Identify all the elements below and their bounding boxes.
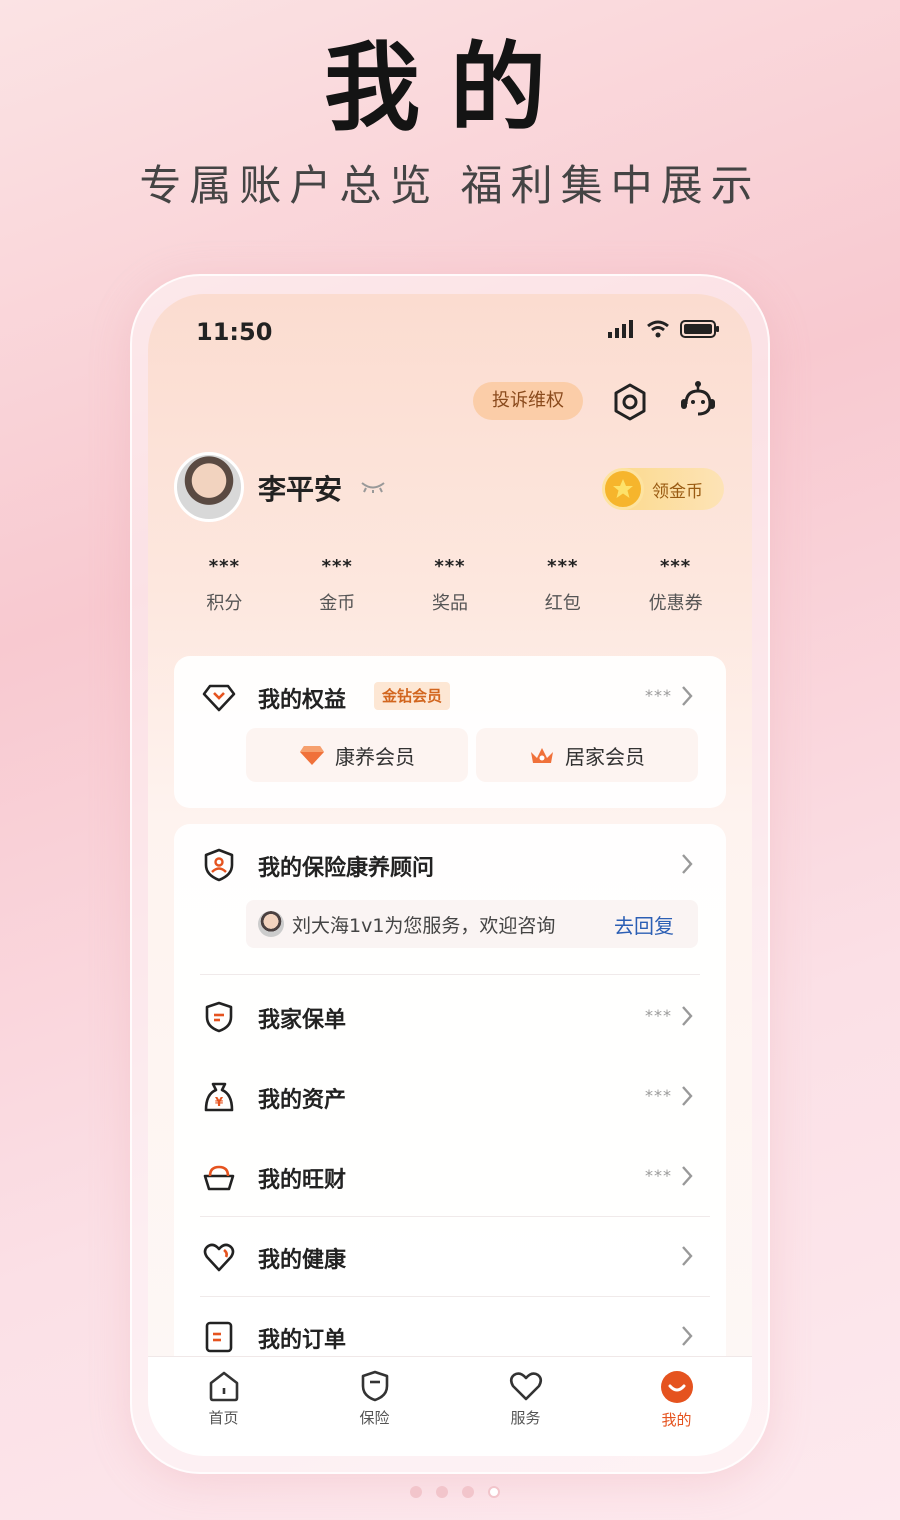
stat-value: *** bbox=[659, 556, 692, 577]
menu-stars: *** bbox=[645, 1006, 672, 1025]
stat-label: 积分 bbox=[206, 593, 243, 614]
home-member-label: 居家会员 bbox=[565, 744, 645, 769]
menu-stars: *** bbox=[645, 1086, 672, 1105]
status-icons bbox=[608, 320, 720, 338]
chevron-right-icon bbox=[682, 854, 693, 874]
rights-card: 我的权益 金钻会员 *** 康养会员 居家会员 bbox=[174, 656, 726, 808]
stats-row: *** 积分 *** 金币 *** 奖品 *** 红包 *** 优惠券 bbox=[168, 556, 732, 615]
order-icon bbox=[205, 1321, 233, 1353]
stat-value: *** bbox=[434, 556, 466, 577]
profile-smile-icon bbox=[660, 1371, 693, 1403]
customer-service-icon[interactable] bbox=[678, 380, 718, 420]
member-badge: 金钻会员 bbox=[374, 682, 451, 710]
menu-row-wealth[interactable]: 我的旺财 *** bbox=[174, 1136, 726, 1216]
menu-title: 我家保单 bbox=[258, 1008, 347, 1033]
advisor-message-text: 刘大海1v1为您服务，欢迎咨询 bbox=[292, 914, 556, 937]
svg-text:¥: ¥ bbox=[215, 1095, 224, 1109]
page-dot-active[interactable] bbox=[488, 1486, 500, 1498]
wellness-member-pill[interactable]: 康养会员 bbox=[246, 728, 468, 782]
advisor-title: 我的保险康养顾问 bbox=[258, 856, 435, 881]
get-coins-button[interactable]: 领金币 bbox=[602, 468, 724, 510]
phone-screen: 11:50 投诉维权 李平安 领金币 *** 积分 *** 金币 *** 奖品 … bbox=[148, 294, 752, 1456]
chevron-right-icon bbox=[682, 686, 693, 706]
status-time: 11:50 bbox=[196, 318, 273, 346]
rights-stars: *** bbox=[645, 686, 672, 705]
advisor-row[interactable]: 我的保险康养顾问 bbox=[174, 824, 726, 904]
page-dot[interactable] bbox=[462, 1486, 474, 1498]
diamond-icon bbox=[202, 684, 236, 712]
heart-icon bbox=[203, 1243, 235, 1272]
hero-title: 我的 bbox=[324, 32, 576, 144]
wellness-member-label: 康养会员 bbox=[335, 744, 415, 769]
signal-icon bbox=[608, 320, 633, 338]
stat-label: 奖品 bbox=[431, 593, 468, 614]
home-icon bbox=[209, 1371, 238, 1402]
money-bag-icon: ¥ bbox=[204, 1082, 234, 1112]
menu-row-assets[interactable]: ¥ 我的资产 *** bbox=[174, 1056, 726, 1136]
page-dot[interactable] bbox=[410, 1486, 422, 1498]
tab-label: 保险 bbox=[359, 1409, 390, 1427]
settings-icon[interactable] bbox=[610, 382, 650, 422]
tab-insurance[interactable]: 保险 bbox=[299, 1357, 450, 1456]
stat-label: 优惠券 bbox=[648, 593, 703, 614]
advisor-avatar bbox=[258, 911, 284, 937]
tab-label: 服务 bbox=[510, 1409, 541, 1427]
stat-value: *** bbox=[547, 556, 579, 577]
chevron-right-icon bbox=[682, 1326, 693, 1346]
menu-title: 我的健康 bbox=[258, 1248, 347, 1273]
stat-value: *** bbox=[321, 556, 353, 577]
eye-closed-icon[interactable] bbox=[360, 480, 386, 494]
avatar[interactable] bbox=[174, 452, 244, 522]
stat-points[interactable]: *** 积分 bbox=[168, 556, 281, 615]
advisor-shield-icon bbox=[204, 848, 234, 882]
heart-icon bbox=[509, 1372, 542, 1401]
stat-red-packets[interactable]: *** 红包 bbox=[506, 556, 619, 615]
star-coin-icon bbox=[602, 468, 644, 510]
rights-title: 我的权益 bbox=[258, 688, 347, 713]
user-name: 李平安 bbox=[258, 473, 343, 506]
stat-value: *** bbox=[208, 556, 241, 577]
tab-label: 首页 bbox=[208, 1409, 239, 1427]
home-member-pill[interactable]: 居家会员 bbox=[476, 728, 698, 782]
chevron-right-icon bbox=[682, 1086, 693, 1106]
page-indicator bbox=[410, 1486, 500, 1498]
rights-row[interactable]: 我的权益 金钻会员 *** bbox=[174, 656, 726, 736]
reply-link[interactable]: 去回复 bbox=[614, 910, 674, 939]
chevron-right-icon bbox=[682, 1006, 693, 1026]
stat-label: 红包 bbox=[544, 593, 581, 614]
menu-title: 我的旺财 bbox=[258, 1168, 347, 1193]
menu-stars: *** bbox=[645, 1166, 672, 1185]
chevron-right-icon bbox=[682, 1166, 693, 1186]
divider bbox=[200, 974, 700, 975]
crown-icon bbox=[531, 748, 553, 763]
diamond-orange-icon bbox=[300, 746, 324, 765]
advisor-message[interactable]: 刘大海1v1为您服务，欢迎咨询 去回复 bbox=[246, 900, 698, 948]
stat-coupons[interactable]: *** 优惠券 bbox=[619, 556, 732, 615]
services-card: 我的保险康养顾问 刘大海1v1为您服务，欢迎咨询 去回复 我家保单 *** ¥ … bbox=[174, 824, 726, 1384]
menu-title: 我的资产 bbox=[258, 1088, 347, 1113]
menu-row-health[interactable]: 我的健康 bbox=[174, 1216, 726, 1296]
menu-row-policies[interactable]: 我家保单 *** bbox=[174, 976, 726, 1056]
shield-icon bbox=[361, 1370, 388, 1402]
wifi-icon bbox=[647, 320, 669, 338]
chevron-right-icon bbox=[682, 1246, 693, 1266]
page-dot[interactable] bbox=[436, 1486, 448, 1498]
hero-subtitle: 专属账户总览 福利集中展示 bbox=[139, 161, 761, 210]
stat-label: 金币 bbox=[319, 593, 356, 614]
battery-icon bbox=[680, 320, 719, 338]
tab-profile[interactable]: 我的 bbox=[601, 1357, 752, 1456]
stat-coins[interactable]: *** 金币 bbox=[281, 556, 394, 615]
get-coins-label: 领金币 bbox=[652, 481, 703, 502]
complaint-button[interactable]: 投诉维权 bbox=[473, 382, 583, 420]
tab-bar: 首页 保险 服务 我的 bbox=[148, 1356, 752, 1456]
shield-icon bbox=[205, 1001, 233, 1033]
tab-services[interactable]: 服务 bbox=[450, 1357, 601, 1456]
tab-home[interactable]: 首页 bbox=[148, 1357, 299, 1456]
stat-prizes[interactable]: *** 奖品 bbox=[394, 556, 507, 615]
tab-label: 我的 bbox=[661, 1411, 692, 1429]
menu-title: 我的订单 bbox=[258, 1328, 347, 1353]
wealth-bowl-icon bbox=[203, 1165, 235, 1191]
